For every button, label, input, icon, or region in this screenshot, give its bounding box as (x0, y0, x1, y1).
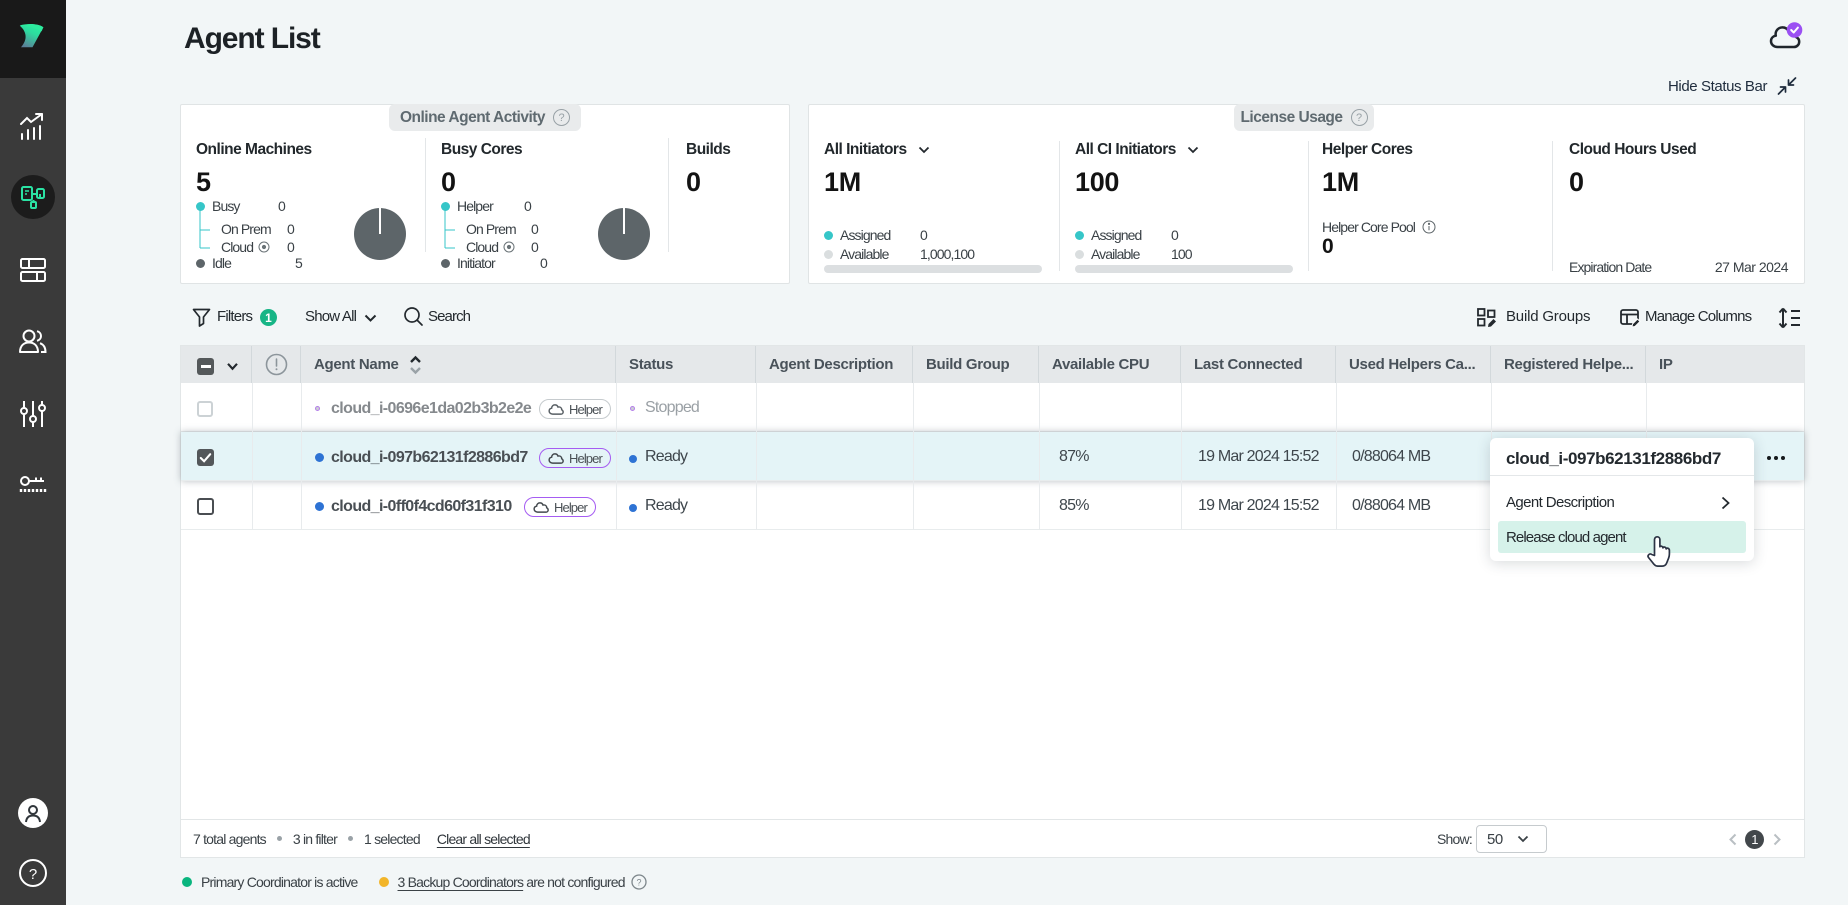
svg-text:?: ? (636, 878, 641, 888)
svg-text:?: ? (29, 866, 37, 883)
